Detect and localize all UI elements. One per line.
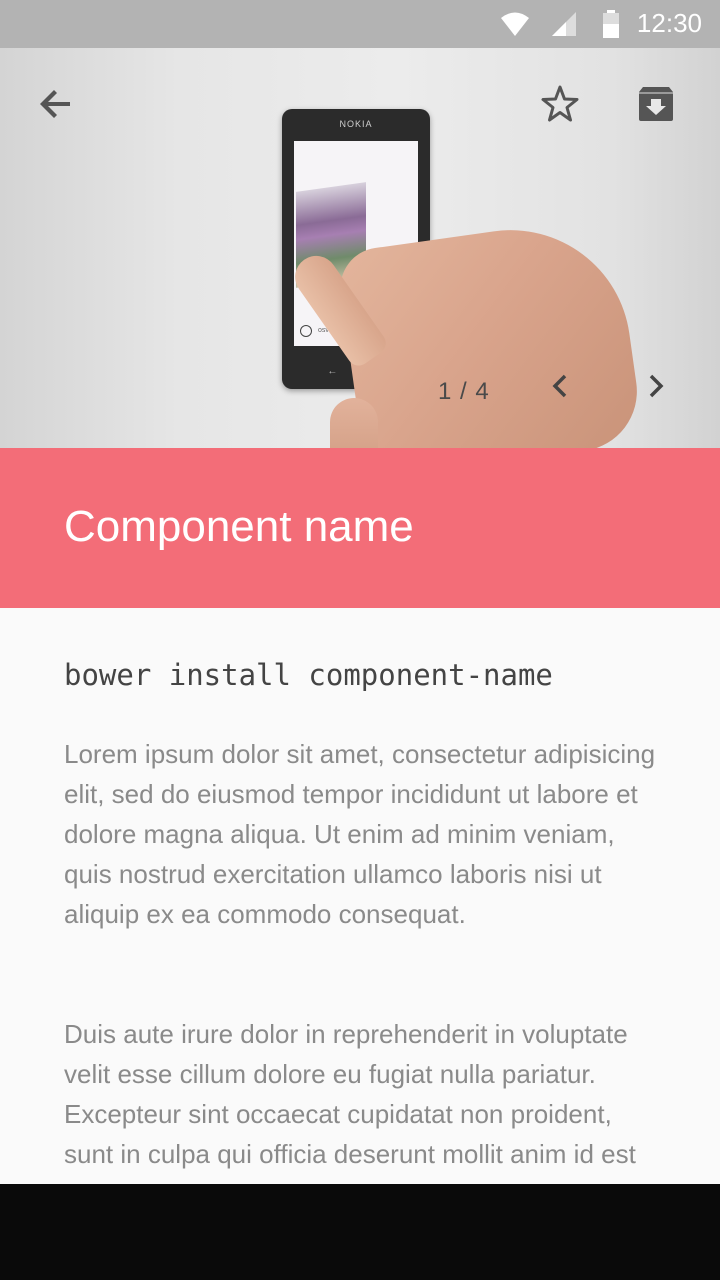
battery-icon	[603, 10, 619, 38]
chevron-left-icon	[552, 374, 567, 398]
archive-button[interactable]	[632, 80, 680, 128]
status-time: 12:30	[636, 8, 702, 38]
system-navigation-bar	[0, 1184, 720, 1280]
status-bar: 12:30	[0, 0, 720, 48]
phone-brand: NOKIA	[339, 119, 373, 129]
component-title: Component name	[64, 502, 414, 551]
description-paragraph-2: Duis aute irure dolor in reprehenderit i…	[64, 1019, 636, 1184]
back-button[interactable]	[32, 80, 80, 128]
wifi-icon	[501, 12, 529, 36]
archive-icon	[639, 87, 673, 121]
favorite-button[interactable]	[536, 80, 584, 128]
back-arrow-icon	[40, 90, 70, 118]
content-area: bower install component-name Lorem ipsum…	[0, 608, 720, 1184]
next-slide-button[interactable]	[636, 366, 676, 406]
hero-carousel[interactable]: NOKIA osvaldas.info/examples/ ← ⊞ ⌕ 1 / …	[0, 48, 720, 448]
description-paragraph-1: Lorem ipsum dolor sit amet, consectetur …	[64, 739, 656, 929]
title-band: Component name	[0, 448, 720, 608]
thumb-photo	[330, 398, 378, 448]
star-outline-icon	[541, 85, 579, 122]
hand-photo	[335, 214, 645, 448]
signal-icon	[552, 12, 576, 36]
install-command: bower install component-name	[64, 658, 553, 692]
previous-slide-button[interactable]	[540, 366, 580, 406]
slide-counter: 1 / 4	[438, 378, 490, 405]
chevron-right-icon	[649, 374, 664, 398]
